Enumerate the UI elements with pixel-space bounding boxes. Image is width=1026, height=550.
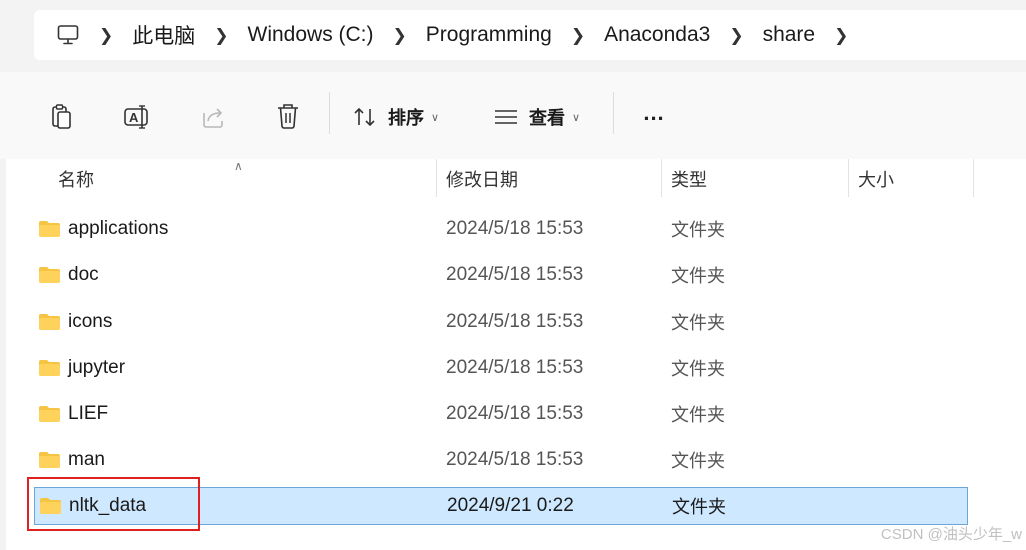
file-type: 文件夹 (671, 359, 725, 379)
share-icon (203, 108, 223, 128)
copy-icon (52, 104, 71, 129)
chevron-right-icon[interactable]: ❯ (214, 27, 228, 44)
table-row[interactable]: man 2024/5/18 15:53 文件夹 (34, 441, 968, 479)
more-options-button[interactable]: ... (636, 98, 672, 128)
table-row[interactable]: jupyter 2024/5/18 15:53 文件夹 (34, 349, 968, 387)
column-divider[interactable] (973, 159, 974, 197)
file-type: 文件夹 (671, 220, 725, 240)
column-divider[interactable] (848, 159, 849, 197)
file-type: 文件夹 (672, 497, 726, 517)
svg-text:A: A (129, 110, 139, 125)
chevron-right-icon[interactable]: ❯ (834, 27, 848, 44)
breadcrumb-item-programming[interactable]: Programming (426, 23, 552, 47)
delete-button[interactable] (273, 101, 303, 131)
modified-date: 2024/5/18 15:53 (446, 311, 584, 332)
address-bar: ❯ 此电脑 ❯ Windows (C:) ❯ Programming ❯ Ana… (0, 0, 1026, 72)
file-type: 文件夹 (671, 405, 725, 425)
file-type: 文件夹 (671, 313, 725, 333)
file-name: doc (68, 264, 99, 285)
modified-date: 2024/5/18 15:53 (446, 218, 584, 239)
computer-icon[interactable] (56, 23, 80, 47)
chevron-right-icon[interactable]: ❯ (729, 27, 743, 44)
table-row[interactable]: LIEF 2024/5/18 15:53 文件夹 (34, 395, 968, 433)
column-header-size[interactable]: 大小 (858, 159, 970, 199)
copy-button[interactable] (47, 102, 77, 132)
file-name: icons (68, 311, 113, 332)
file-type: 文件夹 (671, 451, 725, 471)
sort-button[interactable]: 排序 ∨ (352, 102, 439, 132)
rename-button[interactable]: A (122, 102, 154, 132)
modified-date: 2024/5/18 15:53 (446, 264, 584, 285)
command-bar: A 排序 ∨ 查看 ∨ ... (0, 72, 1026, 160)
delete-icon (278, 104, 298, 129)
table-row[interactable]: doc 2024/5/18 15:53 文件夹 (34, 256, 968, 294)
modified-date: 2024/5/18 15:53 (446, 449, 584, 470)
annotation-highlight-box (27, 477, 200, 531)
chevron-down-icon: ∨ (572, 111, 581, 124)
table-row[interactable]: icons 2024/5/18 15:53 文件夹 (34, 303, 968, 341)
breadcrumb[interactable]: ❯ 此电脑 ❯ Windows (C:) ❯ Programming ❯ Ana… (34, 10, 1026, 60)
breadcrumb-item-share[interactable]: share (763, 23, 816, 47)
rename-icon: A (124, 105, 148, 129)
file-name: jupyter (68, 357, 126, 378)
chevron-down-icon: ∨ (431, 111, 440, 124)
folder-icon (39, 267, 60, 283)
sort-icon (354, 107, 375, 127)
column-header-date[interactable]: 修改日期 (446, 159, 656, 199)
folder-icon (39, 360, 60, 376)
folder-icon (39, 221, 60, 237)
more-icon: ... (643, 100, 665, 125)
column-header-name[interactable]: 名称 (58, 159, 433, 199)
breadcrumb-item-anaconda3[interactable]: Anaconda3 (604, 23, 710, 47)
view-icon (495, 110, 517, 124)
column-divider[interactable] (436, 159, 437, 197)
sort-label: 排序 (388, 108, 424, 128)
share-button[interactable] (198, 102, 228, 132)
table-row[interactable]: applications 2024/5/18 15:53 文件夹 (34, 210, 968, 248)
folder-icon (39, 406, 60, 422)
file-name: LIEF (68, 403, 109, 424)
column-divider[interactable] (661, 159, 662, 197)
folder-icon (39, 452, 60, 468)
chevron-right-icon[interactable]: ❯ (571, 27, 585, 44)
folder-icon (39, 314, 60, 330)
toolbar-divider (329, 92, 330, 134)
column-header-type[interactable]: 类型 (671, 159, 846, 199)
file-name: applications (68, 218, 169, 239)
view-button[interactable]: 查看 ∨ (493, 102, 580, 132)
modified-date: 2024/9/21 0:22 (447, 495, 574, 516)
chevron-right-icon[interactable]: ❯ (393, 27, 407, 44)
view-label: 查看 (529, 108, 565, 128)
toolbar-divider (613, 92, 614, 134)
chevron-right-icon[interactable]: ❯ (99, 27, 113, 44)
watermark: CSDN @油头少年_w (880, 526, 1022, 543)
navigation-pane-edge (0, 159, 6, 550)
breadcrumb-item-c-drive[interactable]: Windows (C:) (248, 23, 374, 47)
modified-date: 2024/5/18 15:53 (446, 357, 584, 378)
modified-date: 2024/5/18 15:53 (446, 403, 584, 424)
breadcrumb-item-this-pc[interactable]: 此电脑 (132, 20, 195, 50)
file-type: 文件夹 (671, 266, 725, 286)
file-name: man (68, 449, 105, 470)
